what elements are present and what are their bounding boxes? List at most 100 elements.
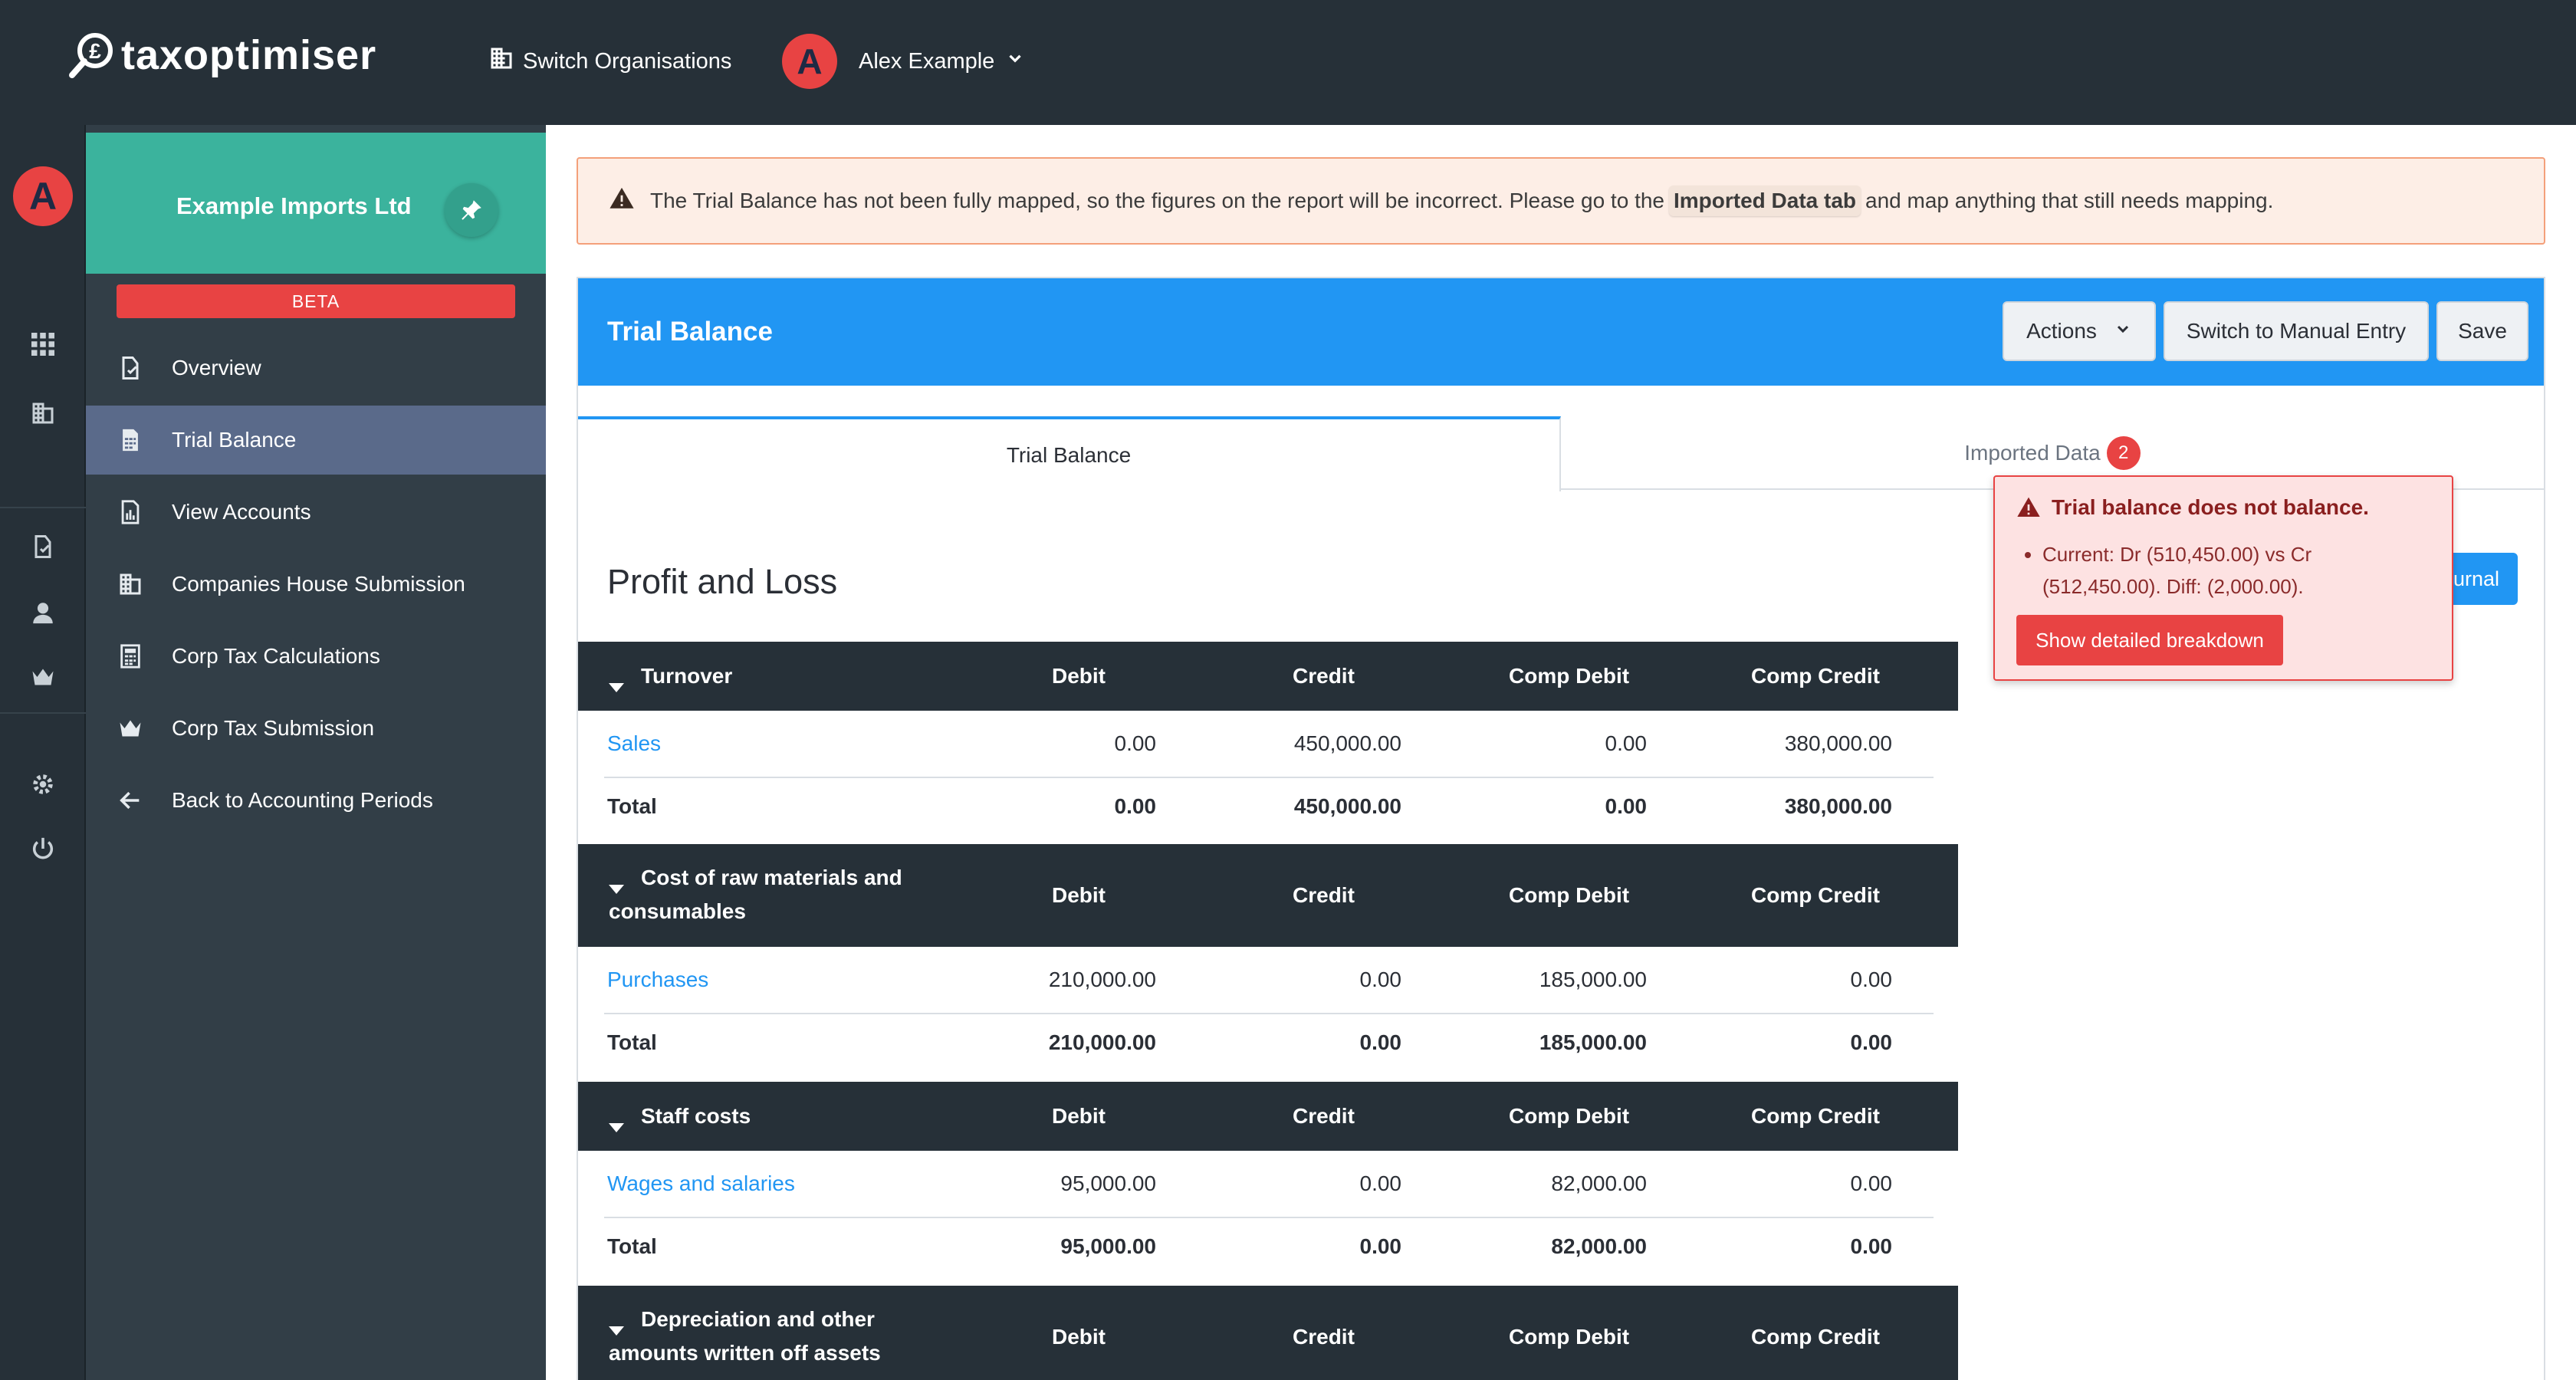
column-header-credit: Credit <box>1293 1325 1355 1349</box>
icon-rail: A <box>0 125 86 1380</box>
sidebar-item-label: Companies House Submission <box>172 572 465 596</box>
sidebar-item-label: Back to Accounting Periods <box>172 788 433 812</box>
switch-to-manual-entry-button[interactable]: Switch to Manual Entry <box>2164 301 2429 361</box>
total-comp-debit: 0.00 <box>1605 794 1648 818</box>
pin-button[interactable] <box>445 183 498 237</box>
comp-debit-cell: 0.00 <box>1605 731 1648 755</box>
total-label: Total <box>607 794 657 818</box>
column-header-debit: Debit <box>1052 1104 1106 1128</box>
column-header-comp-debit: Comp Debit <box>1509 883 1630 907</box>
group-title: Staff costs <box>641 1104 751 1128</box>
tab-trial-balance[interactable]: Trial Balance <box>578 416 1561 491</box>
column-header-comp-debit: Comp Debit <box>1509 1104 1630 1128</box>
debit-cell: 0.00 <box>1114 731 1157 755</box>
sidebar-item-trial-balance[interactable]: Trial Balance <box>86 406 546 475</box>
magnifier-pound-icon: £ <box>67 31 117 80</box>
calculator-icon <box>117 642 144 670</box>
section-title: Profit and Loss <box>607 562 838 601</box>
imported-data-tab-link[interactable]: Imported Data tab <box>1669 186 1861 216</box>
save-button[interactable]: Save <box>2436 301 2528 361</box>
document-check-icon <box>117 354 144 382</box>
main-content: The Trial Balance has not been fully map… <box>546 125 2576 1380</box>
building-icon <box>117 570 144 598</box>
table-header: Staff costs Debit Credit Comp Debit Comp… <box>578 1082 1958 1151</box>
sidebar-item-corp-tax-submission[interactable]: Corp Tax Submission <box>86 694 546 763</box>
beta-badge: BETA <box>117 284 515 318</box>
mapping-warning-alert: The Trial Balance has not been fully map… <box>577 157 2545 245</box>
total-debit: 95,000.00 <box>1060 1234 1156 1258</box>
total-row: Total 0.00 450,000.00 0.00 380,000.00 <box>604 778 1934 835</box>
building-icon <box>488 44 523 78</box>
total-credit: 450,000.00 <box>1293 794 1401 818</box>
total-credit: 0.00 <box>1359 1234 1402 1258</box>
caret-down-icon <box>609 1110 624 1144</box>
popover-detail-item: Current: Dr (510,450.00) vs Cr (512,450.… <box>2042 538 2433 603</box>
turnover-table: Turnover Debit Credit Comp Debit Comp Cr… <box>578 642 1958 835</box>
group-toggle[interactable]: Staff costs <box>609 1099 751 1144</box>
comp-debit-cell: 82,000.00 <box>1551 1171 1647 1195</box>
brand-name: taxoptimiser <box>121 32 377 78</box>
debit-cell: 95,000.00 <box>1060 1171 1156 1195</box>
trial-balance-panel: Trial Balance Actions Switch to Manual E… <box>577 277 2545 1380</box>
rail-divider <box>0 712 86 714</box>
group-toggle[interactable]: Depreciation and other amounts written o… <box>609 1303 881 1370</box>
total-comp-debit: 185,000.00 <box>1539 1030 1647 1054</box>
document-check-icon[interactable] <box>29 533 57 560</box>
column-header-credit: Credit <box>1293 1104 1355 1128</box>
sidebar-item-back-to-accounting-periods[interactable]: Back to Accounting Periods <box>86 766 546 835</box>
group-title-line-1: Depreciation and other <box>641 1307 875 1331</box>
group-title-line-1: Cost of raw materials and <box>641 866 902 889</box>
apps-grid-icon[interactable] <box>29 330 57 358</box>
sidebar-item-label: Corp Tax Submission <box>172 716 375 740</box>
table-header: Turnover Debit Credit Comp Debit Comp Cr… <box>578 642 1958 711</box>
sidebar-item-corp-tax-calculations[interactable]: Corp Tax Calculations <box>86 622 546 691</box>
crown-icon <box>117 715 144 742</box>
comp-credit-cell: 0.00 <box>1850 968 1893 991</box>
power-icon[interactable] <box>29 835 57 863</box>
column-header-comp-debit: Comp Debit <box>1509 664 1630 688</box>
warning-icon <box>609 186 650 217</box>
building-icon[interactable] <box>29 399 57 427</box>
brand-logo[interactable]: £ taxoptimiser <box>67 31 376 80</box>
total-comp-credit: 0.00 <box>1850 1234 1893 1258</box>
account-link-wages-and-salaries[interactable]: Wages and salaries <box>607 1151 795 1217</box>
column-header-comp-credit: Comp Credit <box>1751 1325 1880 1349</box>
credit-cell: 450,000.00 <box>1293 731 1401 755</box>
group-title-line-2: amounts written off assets <box>609 1341 881 1365</box>
group-toggle[interactable]: Turnover <box>609 659 732 704</box>
group-toggle[interactable]: Cost of raw materials and consumables <box>609 861 902 928</box>
account-link-sales[interactable]: Sales <box>607 711 661 777</box>
chevron-down-icon <box>2114 319 2132 343</box>
sidebar-item-companies-house[interactable]: Companies House Submission <box>86 550 546 619</box>
panel-header: Trial Balance Actions Switch to Manual E… <box>578 278 2544 386</box>
popover-details: Current: Dr (510,450.00) vs Cr (512,450.… <box>2042 538 2433 603</box>
pin-icon <box>462 200 481 220</box>
column-header-debit: Debit <box>1052 1325 1106 1349</box>
person-icon[interactable] <box>29 599 57 626</box>
switch-organisations-button[interactable]: Switch Organisations <box>488 44 731 78</box>
show-detailed-breakdown-button[interactable]: Show detailed breakdown <box>2016 615 2283 665</box>
crown-icon[interactable] <box>29 663 57 691</box>
caret-down-icon <box>609 670 624 704</box>
total-debit: 210,000.00 <box>1048 1030 1156 1054</box>
top-bar: £ taxoptimiser Switch Organisations A Al… <box>0 0 2576 125</box>
actions-dropdown-button[interactable]: Actions <box>2003 301 2156 361</box>
alert-text-before: The Trial Balance has not been fully map… <box>650 189 1664 212</box>
sidebar-item-label: Corp Tax Calculations <box>172 644 380 668</box>
gear-icon[interactable] <box>29 770 57 798</box>
total-comp-credit: 380,000.00 <box>1784 794 1892 818</box>
column-header-comp-credit: Comp Credit <box>1751 664 1880 688</box>
organisation-card: Example Imports Ltd <box>86 133 546 274</box>
column-header-debit: Debit <box>1052 883 1106 907</box>
column-header-debit: Debit <box>1052 664 1106 688</box>
sidebar-item-view-accounts[interactable]: View Accounts <box>86 478 546 547</box>
total-row: Total 210,000.00 0.00 185,000.00 0.00 <box>604 1014 1934 1071</box>
arrow-left-icon <box>117 787 144 814</box>
table-row: Purchases 210,000.00 0.00 185,000.00 0.0… <box>604 947 1934 1014</box>
rail-avatar[interactable]: A <box>13 166 73 226</box>
sidebar-item-overview[interactable]: Overview <box>86 334 546 402</box>
account-link-purchases[interactable]: Purchases <box>607 947 708 1013</box>
trial-balance-error-popover: Trial balance does not balance. Current:… <box>1993 475 2453 681</box>
column-header-comp-credit: Comp Credit <box>1751 1104 1880 1128</box>
user-menu[interactable]: A Alex Example <box>782 34 1025 89</box>
